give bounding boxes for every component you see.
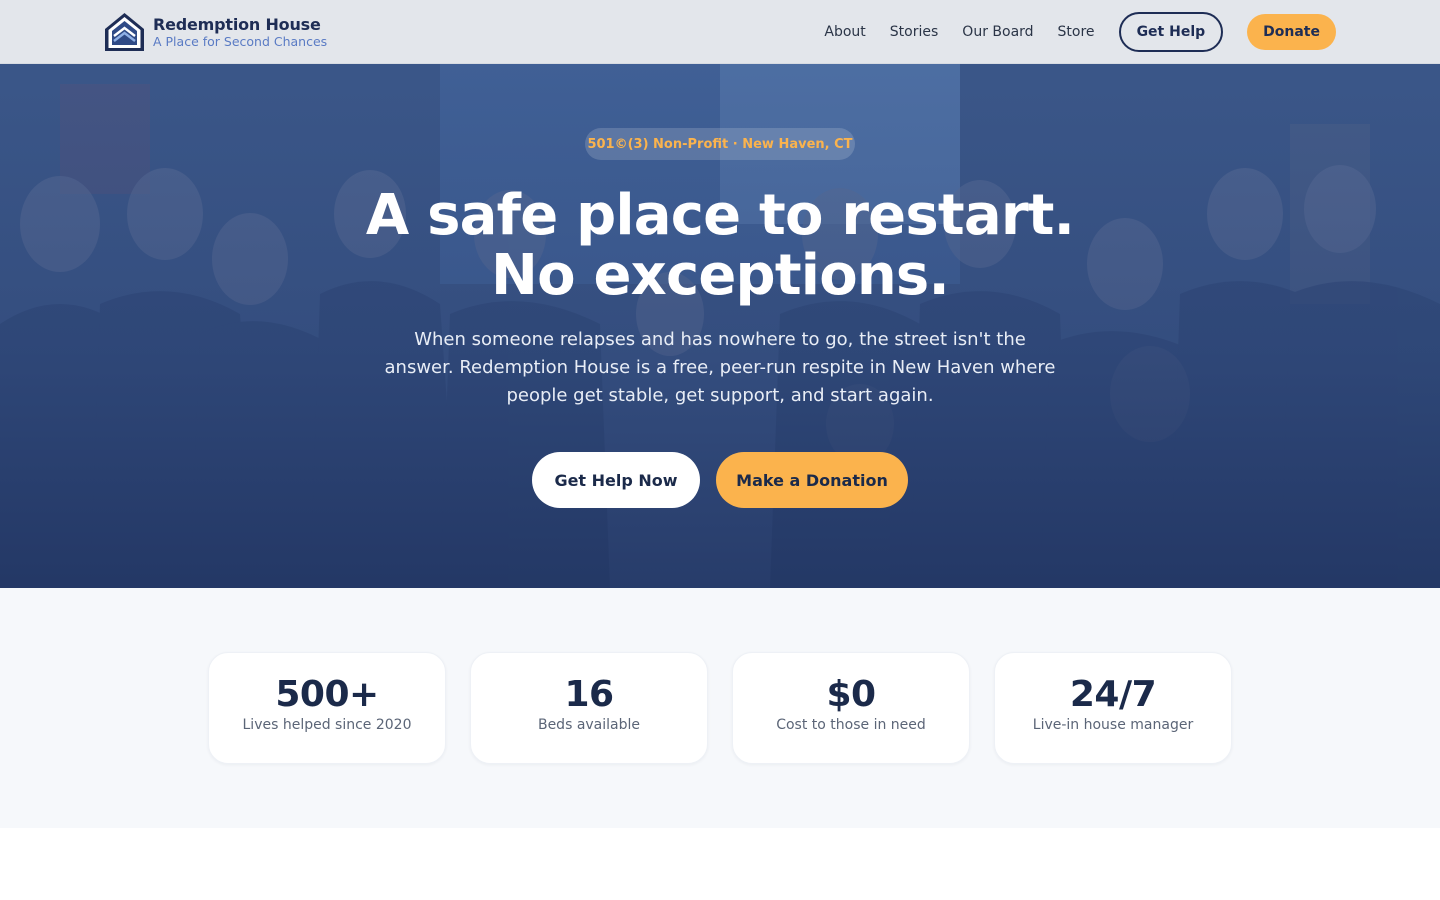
stat-value: 500+ [275,674,379,715]
nav-link-stories[interactable]: Stories [890,24,939,40]
get-help-now-button[interactable]: Get Help Now [532,452,700,508]
nav-link-store[interactable]: Store [1058,24,1095,40]
next-section [0,828,1440,900]
stat-label: Beds available [537,717,641,733]
stats-row: 500+ Lives helped since 2020 16 Beds ava… [208,652,1232,764]
nav-link-our-board[interactable]: Our Board [962,24,1033,40]
hero-content: 501©(3) Non-Profit · New Haven, CT A saf… [0,64,1440,588]
make-donation-button[interactable]: Make a Donation [716,452,908,508]
nav-link-about[interactable]: About [824,24,865,40]
hero-headline: A safe place to restart. No exceptions. [240,186,1200,306]
stat-label: Lives helped since 2020 [242,717,412,733]
brand-tagline: A Place for Second Chances [153,33,328,49]
stat-value: $0 [826,674,876,715]
stat-label: Cost to those in need [776,717,926,733]
hero-headline-line2: No exceptions. [491,243,950,308]
stat-card-beds: 16 Beds available [470,652,708,764]
stat-value: 16 [564,674,614,715]
stat-label: Live-in house manager [1032,717,1194,733]
hero-cta-group: Get Help Now Make a Donation [532,452,908,508]
stat-card-house-manager: 24/7 Live-in house manager [994,652,1232,764]
hero-subtitle: When someone relapses and has nowhere to… [384,329,1056,406]
hero-section: 501©(3) Non-Profit · New Haven, CT A saf… [0,64,1440,588]
house-chevrons-icon [105,13,144,51]
nonprofit-badge: 501©(3) Non-Profit · New Haven, CT [585,128,855,160]
stat-value: 24/7 [1069,674,1157,715]
brand-home-link[interactable]: Redemption House A Place for Second Chan… [104,12,327,52]
stat-card-cost: $0 Cost to those in need [732,652,970,764]
top-nav: Redemption House A Place for Second Chan… [0,0,1440,64]
nav-links: About Stories Our Board Store Get Help D… [824,12,1336,52]
brand-name: Redemption House [153,14,321,34]
get-help-button[interactable]: Get Help [1118,12,1224,52]
donate-button[interactable]: Donate [1247,14,1336,50]
stats-section: 500+ Lives helped since 2020 16 Beds ava… [0,588,1440,828]
hero-headline-line1: A safe place to restart. [365,183,1075,248]
stat-card-lives-helped: 500+ Lives helped since 2020 [208,652,446,764]
